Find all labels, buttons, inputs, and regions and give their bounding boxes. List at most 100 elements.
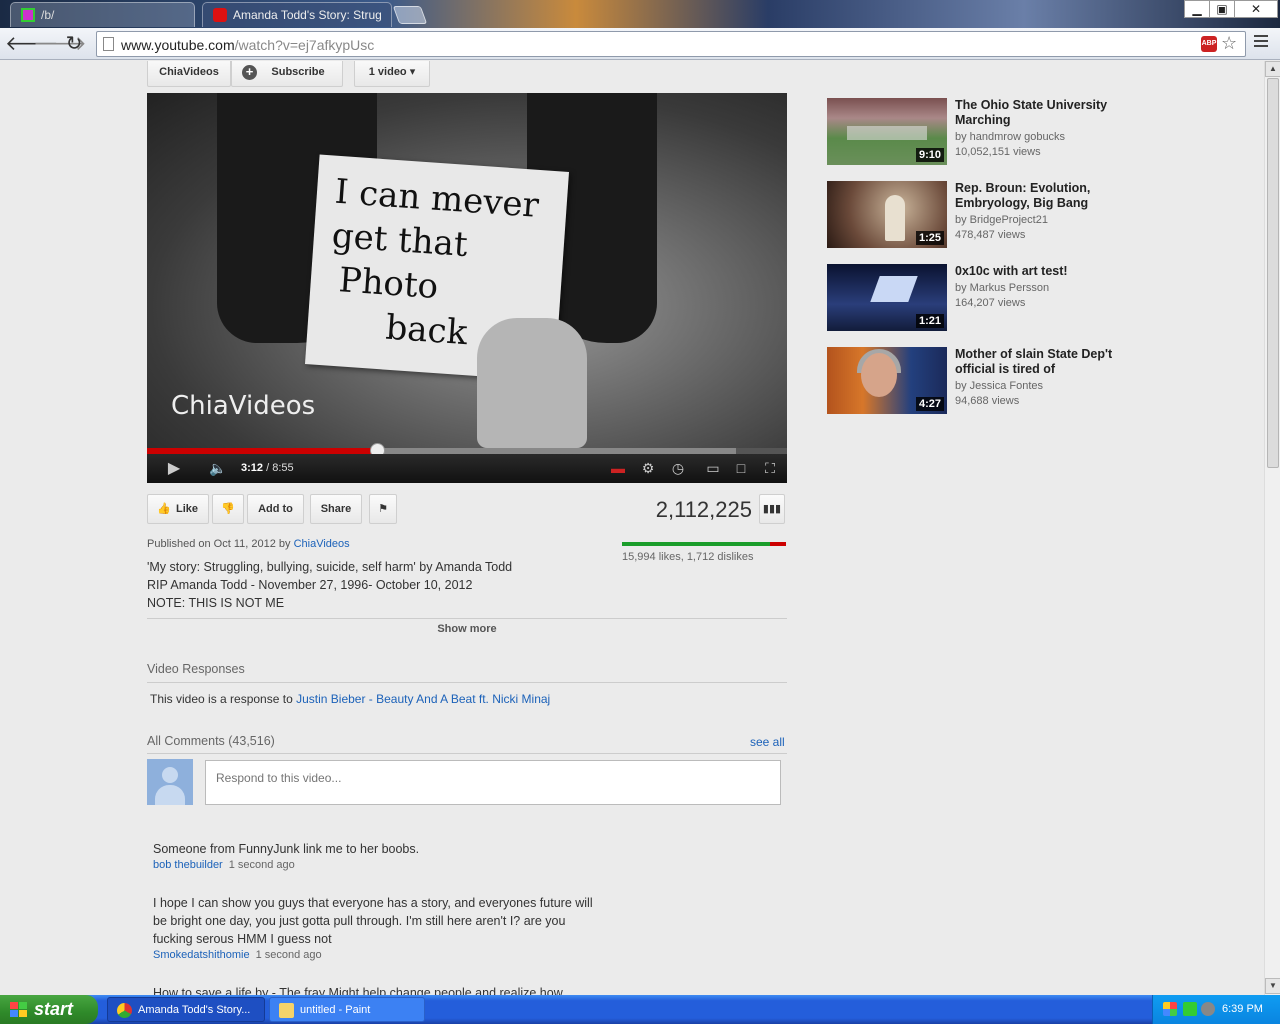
volume-icon[interactable]: 🔈: [205, 454, 231, 483]
new-tab-button[interactable]: [392, 6, 428, 24]
comment-time: 1 second ago: [255, 949, 322, 961]
maximize-button[interactable]: ▣: [1209, 0, 1235, 18]
comment-author-link[interactable]: Smokedatshithomie: [153, 949, 250, 961]
back-arrow-icon[interactable]: 🡐: [5, 32, 59, 56]
adblock-icon[interactable]: ABP: [1201, 36, 1217, 52]
clock: 6:39 PM: [1222, 1003, 1263, 1015]
tab-amanda-todd[interactable]: Amanda Todd's Story: Strug: [202, 2, 392, 27]
player-controls: ▶ 🔈 3:12 / 8:55 ▬ ⚙ ◷ ▭ □ ⛶: [147, 454, 787, 483]
play-icon[interactable]: ▶: [161, 454, 187, 483]
description-line: RIP Amanda Todd - November 27, 1996- Oct…: [147, 578, 473, 592]
paint-icon: [279, 1003, 294, 1018]
related-video-item[interactable]: 4:27 Mother of slain State Dep't officia…: [827, 347, 1117, 415]
scrollbar-thumb[interactable]: [1267, 78, 1279, 468]
like-ratio-bar: [622, 542, 786, 546]
tab-label: Amanda Todd's Story: Strug: [233, 8, 382, 22]
comment-item: How to save a life by - The fray Might h…: [153, 984, 593, 995]
taskbar-item-paint[interactable]: untitled - Paint: [269, 997, 425, 1022]
subscribe-button[interactable]: + Subscribe: [231, 61, 343, 87]
dislike-button[interactable]: 👎: [212, 494, 244, 524]
url-text: www.youtube.com/watch?v=ej7afkypUsc: [121, 37, 375, 53]
duration-badge: 9:10: [915, 148, 944, 162]
related-video-views: 94,688 views: [955, 395, 1020, 407]
comment-item: Someone from FunnyJunk link me to her bo…: [153, 840, 593, 872]
current-time: 3:12: [241, 462, 264, 474]
start-button[interactable]: start: [0, 995, 98, 1024]
network-icon[interactable]: [1183, 1002, 1197, 1016]
scroll-up-arrow-icon[interactable]: ▲: [1265, 61, 1280, 77]
share-button[interactable]: Share: [310, 494, 362, 524]
comment-input[interactable]: [205, 760, 781, 805]
large-player-icon[interactable]: □: [730, 454, 752, 483]
thumbs-up-icon: 👍: [157, 503, 171, 515]
video-player[interactable]: I can mever get that Photo back ChiaVide…: [147, 93, 787, 483]
flag-icon: ⚑: [378, 503, 388, 515]
tab-b[interactable]: /b/: [10, 2, 195, 27]
video-thumbnail[interactable]: 9:10: [827, 98, 947, 165]
task-label: Amanda Todd's Story...: [138, 1004, 251, 1016]
fullscreen-icon[interactable]: ⛶: [759, 454, 781, 483]
chrome-icon: [117, 1003, 132, 1018]
related-video-title[interactable]: 0x10c with art test!: [955, 264, 1115, 279]
security-icon[interactable]: [1201, 1002, 1215, 1016]
add-to-button[interactable]: Add to: [247, 494, 304, 524]
related-video-item[interactable]: 1:21 0x10c with art test! by Markus Pers…: [827, 264, 1117, 332]
video-count-dropdown[interactable]: 1 video ▾: [354, 61, 430, 87]
stats-button[interactable]: ▮▮▮: [759, 494, 785, 524]
see-all-link[interactable]: see all: [750, 735, 785, 749]
published-info: Published on Oct 11, 2012 by ChiaVideos: [147, 538, 350, 550]
taskbar-item-chrome[interactable]: Amanda Todd's Story...: [107, 997, 265, 1022]
comment-author-link[interactable]: bob thebuilder: [153, 859, 223, 871]
tray-app-icon[interactable]: [1163, 1002, 1177, 1016]
clock-icon[interactable]: ◷: [667, 454, 689, 483]
comment-text: Someone from FunnyJunk link me to her bo…: [153, 842, 420, 856]
address-bar[interactable]: www.youtube.com/watch?v=ej7afkypUsc ABP …: [96, 31, 1246, 57]
close-button[interactable]: ✕: [1234, 0, 1278, 18]
view-count: 2,112,225: [655, 497, 752, 522]
reload-icon[interactable]: ↻: [62, 32, 86, 56]
windows-flag-icon: [10, 1002, 28, 1018]
related-video-author: by BridgeProject21: [955, 214, 1048, 226]
video-figure-hand: [477, 318, 587, 448]
duration-badge: 4:27: [915, 397, 944, 411]
menu-icon[interactable]: [1254, 35, 1268, 51]
related-video-title[interactable]: Mother of slain State Dep't official is …: [955, 347, 1115, 377]
forward-arrow-icon[interactable]: 🡒: [33, 32, 87, 56]
related-video-author: by Markus Persson: [955, 282, 1050, 294]
comment-text: I hope I can show you guys that everyone…: [153, 896, 593, 946]
browser-tab-bar: /b/ Amanda Todd's Story: Strug ▁ ▣ ✕: [0, 0, 1280, 28]
show-more-button[interactable]: Show more: [147, 618, 787, 640]
related-video-title[interactable]: Rep. Broun: Evolution, Embryology, Big B…: [955, 181, 1115, 211]
annotations-icon[interactable]: ▬: [607, 454, 629, 483]
response-video-link[interactable]: Justin Bieber - Beauty And A Beat ft. Ni…: [296, 692, 550, 706]
small-player-icon[interactable]: ▭: [702, 454, 724, 483]
published-date: Published on Oct 11, 2012 by: [147, 538, 291, 550]
gear-icon[interactable]: ⚙: [637, 454, 659, 483]
response-to-text: This video is a response to Justin Biebe…: [150, 692, 550, 706]
related-video-title[interactable]: The Ohio State University Marching: [955, 98, 1115, 128]
minimize-button[interactable]: ▁: [1184, 0, 1210, 18]
channel-link[interactable]: ChiaVideos: [294, 538, 350, 550]
video-thumbnail[interactable]: 1:25: [827, 181, 947, 248]
like-button[interactable]: 👍 Like: [147, 494, 209, 524]
related-video-item[interactable]: 1:25 Rep. Broun: Evolution, Embryology, …: [827, 181, 1117, 249]
taskbar: start Amanda Todd's Story... untitled - …: [0, 995, 1280, 1024]
video-watermark: ChiaVideos: [171, 391, 316, 421]
related-video-item[interactable]: 9:10 The Ohio State University Marching …: [827, 98, 1117, 166]
video-thumbnail[interactable]: 1:21: [827, 264, 947, 331]
plus-icon: +: [242, 65, 257, 80]
start-label: start: [34, 999, 74, 1019]
task-label: untitled - Paint: [300, 1004, 371, 1016]
page-scrollbar[interactable]: ▲ ▼: [1264, 61, 1280, 995]
subscribe-label: Subscribe: [271, 66, 325, 78]
scroll-down-arrow-icon[interactable]: ▼: [1265, 978, 1280, 994]
bookmark-star-icon[interactable]: ☆: [1221, 33, 1237, 54]
description-line: 'My story: Struggling, bullying, suicide…: [147, 560, 513, 574]
tab-label: /b/: [41, 8, 55, 22]
comment-item: I hope I can show you guys that everyone…: [153, 894, 593, 962]
comment-time: 1 second ago: [228, 859, 295, 871]
flag-button[interactable]: ⚑: [369, 494, 397, 524]
video-thumbnail[interactable]: 4:27: [827, 347, 947, 414]
channel-name-button[interactable]: ChiaVideos: [147, 61, 231, 87]
video-frame[interactable]: I can mever get that Photo back ChiaVide…: [147, 93, 787, 448]
